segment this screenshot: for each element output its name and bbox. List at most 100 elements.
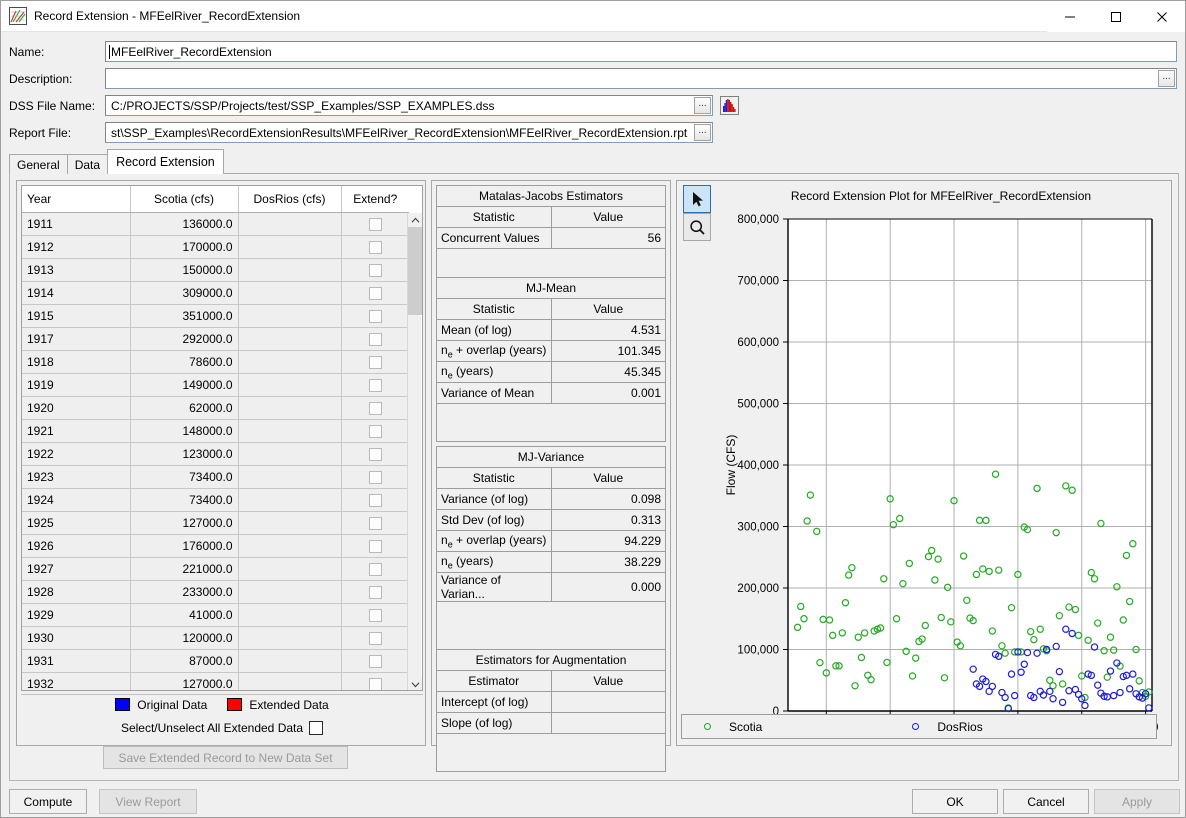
extend-checkbox[interactable] <box>368 240 382 254</box>
cell-extend[interactable] <box>341 304 409 328</box>
table-row[interactable]: 1927 221000.0 <box>22 557 409 581</box>
extend-checkbox[interactable] <box>368 562 382 576</box>
description-browse-button[interactable]: ... <box>1158 70 1175 87</box>
cell-extend[interactable] <box>341 396 409 420</box>
cell-extend[interactable] <box>341 350 409 374</box>
view-report-button[interactable]: View Report <box>99 789 197 814</box>
scroll-up-arrow[interactable] <box>408 213 422 227</box>
cell-extend[interactable] <box>341 419 409 443</box>
apply-button[interactable]: Apply <box>1094 789 1180 814</box>
tab-data[interactable]: Data <box>66 154 109 174</box>
column-header-extend[interactable]: Extend? <box>341 186 409 213</box>
extend-checkbox[interactable] <box>368 309 382 323</box>
minimize-button[interactable] <box>1047 1 1093 32</box>
cell-extend[interactable] <box>341 511 409 535</box>
maximize-button[interactable] <box>1093 1 1139 32</box>
cell-extend[interactable] <box>341 373 409 397</box>
extend-checkbox[interactable] <box>368 447 382 461</box>
extend-checkbox[interactable] <box>368 424 382 438</box>
cell-extend[interactable] <box>341 465 409 489</box>
table-row[interactable]: 1931 87000.0 <box>22 649 409 673</box>
report-input[interactable]: st\SSP_Examples\RecordExtensionResults\M… <box>105 122 713 143</box>
table-row[interactable]: ne (years) 45.345 <box>436 361 666 383</box>
table-row[interactable]: Std Dev (of log) 0.313 <box>436 509 666 531</box>
table-row[interactable]: Variance (of log) 0.098 <box>436 488 666 510</box>
cell-extend[interactable] <box>341 672 409 690</box>
scrollbar-thumb[interactable] <box>408 227 422 315</box>
table-scrollbar[interactable] <box>407 213 422 690</box>
cell-extend[interactable] <box>341 603 409 627</box>
extend-checkbox[interactable] <box>368 585 382 599</box>
table-row[interactable]: 1913 150000.0 <box>22 258 409 282</box>
cell-extend[interactable] <box>341 557 409 581</box>
table-row[interactable]: 1914 309000.0 <box>22 281 409 305</box>
cell-extend[interactable] <box>341 488 409 512</box>
dss-input[interactable]: C:/PROJECTS/SSP/Projects/test/SSP_Exampl… <box>105 95 713 116</box>
table-row[interactable]: Slope (of log) <box>436 712 666 734</box>
extend-checkbox[interactable] <box>368 677 382 690</box>
select-all-checkbox[interactable] <box>309 721 324 735</box>
ok-button[interactable]: OK <box>912 789 998 814</box>
table-row[interactable]: 1926 176000.0 <box>22 534 409 558</box>
name-input[interactable]: MFEelRiver_RecordExtension <box>105 41 1177 62</box>
dss-browse-button[interactable]: ... <box>694 97 711 114</box>
table-row[interactable]: ne + overlap (years) 101.345 <box>436 340 666 362</box>
cell-extend[interactable] <box>341 626 409 650</box>
extend-checkbox[interactable] <box>368 355 382 369</box>
cancel-button[interactable]: Cancel <box>1003 789 1089 814</box>
table-row[interactable]: 1922 123000.0 <box>22 442 409 466</box>
column-header-year[interactable]: Year <box>22 186 131 213</box>
table-row[interactable]: ne + overlap (years) 94.229 <box>436 530 666 552</box>
table-row[interactable]: 1924 73400.0 <box>22 488 409 512</box>
cell-extend[interactable] <box>341 212 409 236</box>
save-extended-record-button[interactable]: Save Extended Record to New Data Set <box>103 746 348 769</box>
extend-checkbox[interactable] <box>368 516 382 530</box>
extend-checkbox[interactable] <box>368 332 382 346</box>
table-row[interactable]: Intercept (of log) <box>436 691 666 713</box>
extend-checkbox[interactable] <box>368 401 382 415</box>
table-row[interactable]: Variance of Varian... 0.000 <box>436 572 666 602</box>
table-row[interactable]: 1919 149000.0 <box>22 373 409 397</box>
table-row[interactable]: 1925 127000.0 <box>22 511 409 535</box>
table-row[interactable]: 1921 148000.0 <box>22 419 409 443</box>
extend-checkbox[interactable] <box>368 539 382 553</box>
cell-extend[interactable] <box>341 235 409 259</box>
extend-checkbox[interactable] <box>368 493 382 507</box>
table-row[interactable]: Concurrent Values 56 <box>436 227 666 249</box>
extend-checkbox[interactable] <box>368 286 382 300</box>
table-row[interactable]: Mean (of log) 4.531 <box>436 319 666 341</box>
scatter-plot[interactable]: 0100,000200,000300,000400,000500,000600,… <box>715 203 1167 734</box>
table-row[interactable]: 1917 292000.0 <box>22 327 409 351</box>
column-header-scotia[interactable]: Scotia (cfs) <box>130 186 239 213</box>
extend-checkbox[interactable] <box>368 378 382 392</box>
cell-extend[interactable] <box>341 258 409 282</box>
cell-extend[interactable] <box>341 534 409 558</box>
report-browse-button[interactable]: ... <box>694 124 711 141</box>
table-row[interactable]: 1912 170000.0 <box>22 235 409 259</box>
table-row[interactable]: 1920 62000.0 <box>22 396 409 420</box>
extend-checkbox[interactable] <box>368 654 382 668</box>
extend-checkbox[interactable] <box>368 263 382 277</box>
table-row[interactable]: 1918 78600.0 <box>22 350 409 374</box>
close-button[interactable] <box>1139 1 1185 32</box>
cursor-arrow-icon[interactable] <box>683 185 711 213</box>
extend-checkbox[interactable] <box>368 631 382 645</box>
tab-record-extension[interactable]: Record Extension <box>107 149 224 174</box>
table-row[interactable]: 1928 233000.0 <box>22 580 409 604</box>
cell-extend[interactable] <box>341 442 409 466</box>
extend-checkbox[interactable] <box>368 608 382 622</box>
table-row[interactable]: Variance of Mean 0.001 <box>436 382 666 404</box>
table-row[interactable]: 1932 127000.0 <box>22 672 409 690</box>
histogram-icon[interactable] <box>720 96 739 115</box>
cell-extend[interactable] <box>341 649 409 673</box>
table-row[interactable]: 1930 120000.0 <box>22 626 409 650</box>
compute-button[interactable]: Compute <box>9 789 87 814</box>
cell-extend[interactable] <box>341 281 409 305</box>
table-row[interactable]: 1915 351000.0 <box>22 304 409 328</box>
cell-extend[interactable] <box>341 327 409 351</box>
scroll-down-arrow[interactable] <box>408 677 422 690</box>
cell-extend[interactable] <box>341 580 409 604</box>
description-input[interactable]: ... <box>105 68 1177 89</box>
table-row[interactable]: 1911 136000.0 <box>22 212 409 236</box>
extend-checkbox[interactable] <box>368 470 382 484</box>
